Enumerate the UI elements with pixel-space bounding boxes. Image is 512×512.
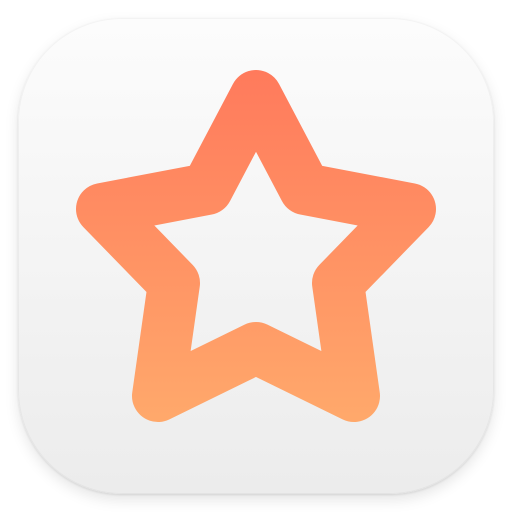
star-shape (76, 70, 436, 422)
star-outline-icon (76, 70, 436, 422)
icon-canvas (0, 0, 512, 512)
